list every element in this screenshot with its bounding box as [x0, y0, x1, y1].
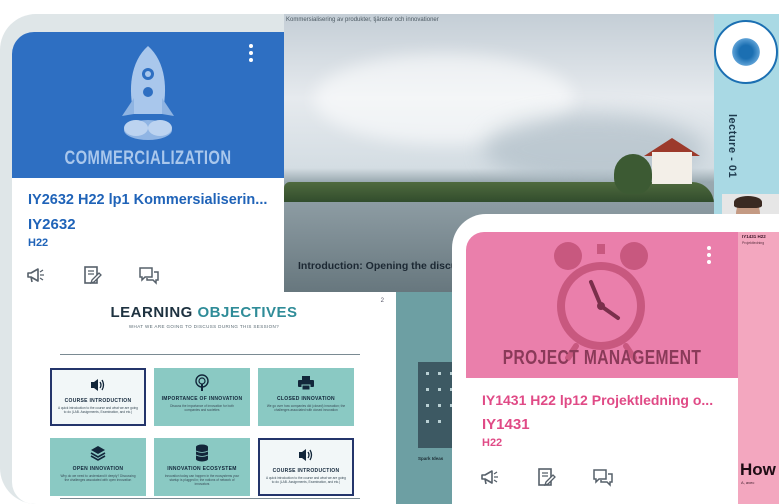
tile-description: A quick introduction to the course and w… [58, 406, 138, 414]
tile-title: IMPORTANCE OF INNOVATION [161, 396, 243, 402]
kebab-menu-icon[interactable] [248, 44, 254, 65]
discussions-button[interactable] [592, 466, 648, 488]
banner-title: COMMERCIALIZATION [64, 148, 232, 169]
rocket-icon [122, 46, 174, 140]
announcements-button[interactable] [26, 264, 82, 286]
assignment-icon [84, 266, 102, 285]
tile-title: COURSE INTRODUCTION [272, 468, 340, 474]
course-term: H22 [28, 237, 49, 249]
assignments-button[interactable] [82, 264, 138, 286]
tile-title: INNOVATION ECOSYSTEM [167, 466, 237, 472]
tile-description: Innovation today can happen in the ecosy… [164, 474, 240, 486]
tile-title: CLOSED INNOVATION [277, 396, 335, 402]
peek-small-text: A, avec [741, 480, 755, 485]
banner-title: PROJECT MANAGEMENT [502, 347, 702, 369]
announcements-button[interactable] [480, 466, 536, 488]
course-banner: PROJECT MANAGEMENT [466, 232, 738, 378]
lecture-label: lecture - 01 [726, 114, 738, 179]
tile-description: A quick introduction to the course and w… [266, 476, 346, 484]
learning-objectives-slide[interactable]: 2 LEARNING OBJECTIVES WHAT WE ARE GOING … [12, 292, 396, 504]
course-code: IY1431 [482, 416, 530, 433]
tile-title: COURSE INTRODUCTION [64, 398, 132, 404]
course-title[interactable]: IY1431 H22 lp12 Projektledning o... [482, 392, 713, 408]
peek-heading: IY1431 H22 [742, 234, 766, 239]
divider [60, 498, 360, 499]
peek-subheading: Projektledning [742, 241, 765, 245]
course-card-commercialization[interactable]: COMMERCIALIZATION IY2632 H22 lp1 Kommers… [12, 32, 284, 300]
tile-description: Why do we need to understand it deeply? … [60, 474, 136, 482]
slide-title-part2: OBJECTIVES [197, 304, 298, 321]
discussion-icon [139, 267, 159, 285]
megaphone-icon [27, 268, 44, 283]
slide-subtitle: WHAT WE ARE GOING TO DISCUSS DURING THIS… [128, 324, 280, 329]
speaker-icon [299, 449, 313, 461]
objective-tile: IMPORTANCE OF INNOVATION Discuss the imp… [154, 368, 250, 426]
speaker-icon [91, 379, 105, 391]
photo-caption: Kommersialisering av produkter, tjänster… [286, 17, 439, 23]
course-title[interactable]: IY2632 H22 lp1 Kommersialiserin... [28, 192, 267, 208]
slide-title: LEARNING OBJECTIVES [12, 304, 396, 321]
slide-title-part1: LEARNING [110, 304, 198, 321]
tile-title: OPEN INNOVATION [72, 466, 124, 472]
kebab-menu-icon[interactable] [706, 246, 712, 267]
course-card-project-management[interactable]: PROJECT MANAGEMENT IY1431 H22 lp12 Proje… [466, 232, 738, 504]
pink-slide-peek[interactable]: IY1431 H22 Projektledning How A, avec [738, 232, 779, 504]
course-term: H22 [482, 437, 503, 449]
database-icon [195, 444, 209, 462]
printer-icon [298, 376, 314, 391]
assignments-button[interactable] [536, 466, 592, 488]
teal-slide-caption: Spark Ideas [418, 456, 444, 461]
discussions-button[interactable] [138, 264, 194, 286]
collage-stage: Kommersialisering av produkter, tjänster… [0, 0, 779, 504]
house-image [652, 152, 692, 184]
tile-description: Discuss the importance of innovation for… [170, 404, 234, 412]
peek-big-text: How [740, 460, 776, 479]
megaphone-icon [481, 470, 498, 485]
course-code: IY2632 [28, 216, 76, 233]
course-actions [26, 264, 194, 286]
tile-description: We go over how companies did (closed) in… [266, 404, 346, 412]
podcast-icon [195, 374, 209, 391]
divider [60, 354, 360, 355]
objective-tile: COURSE INTRODUCTION A quick introduction… [50, 368, 146, 426]
objective-tile: OPEN INNOVATION Why do we need to unders… [50, 438, 146, 496]
assignment-icon [538, 468, 556, 487]
layers-icon [90, 446, 106, 461]
course-banner: COMMERCIALIZATION [12, 32, 284, 178]
objective-tile: COURSE INTRODUCTION A quick introduction… [258, 438, 354, 496]
university-seal-logo [714, 20, 778, 84]
objective-tile: INNOVATION ECOSYSTEM Innovation today ca… [154, 438, 250, 496]
discussion-icon [593, 469, 613, 487]
objective-tile: CLOSED INNOVATION We go over how compani… [258, 368, 354, 426]
photo-slide-title: Introduction: Opening the discu [298, 260, 458, 272]
alarm-clock-icon [554, 242, 648, 361]
course-actions [480, 466, 648, 488]
